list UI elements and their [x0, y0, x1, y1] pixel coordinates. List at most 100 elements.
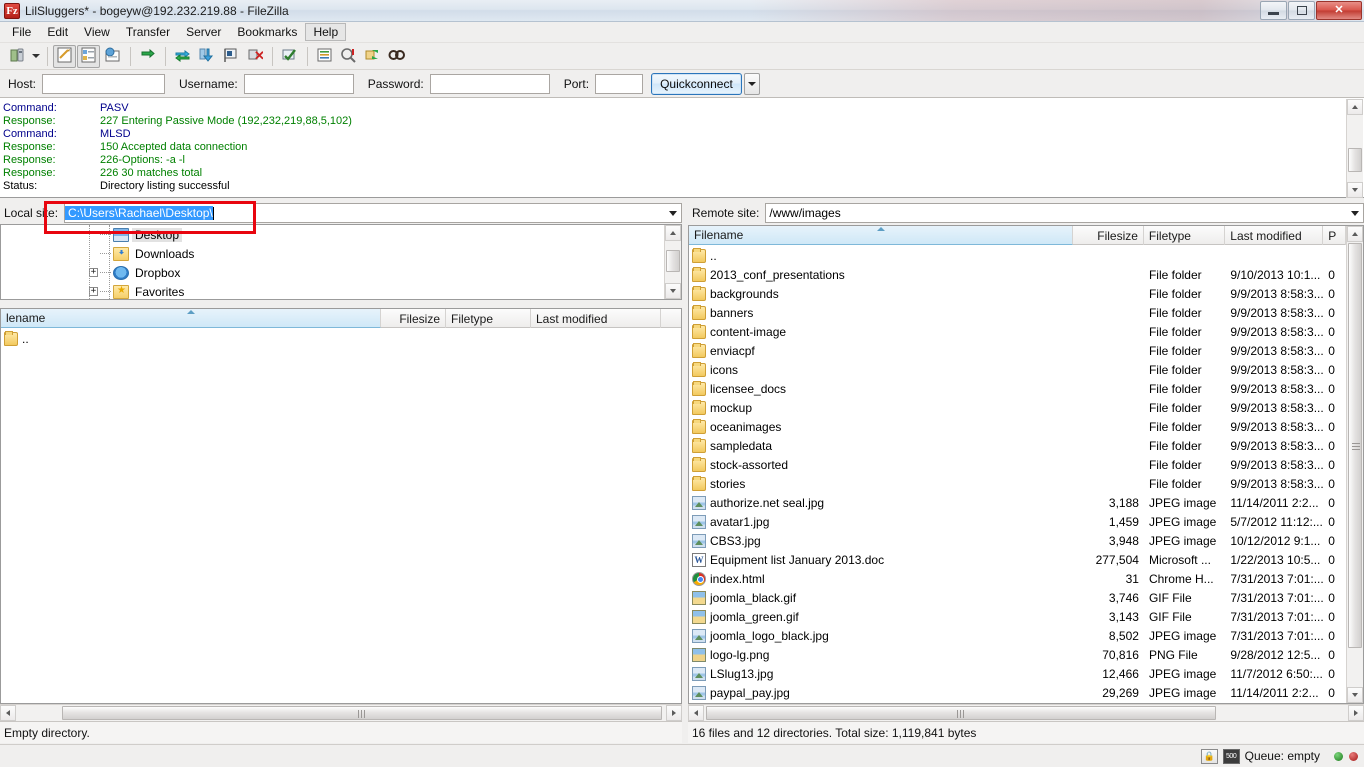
- username-input[interactable]: [243, 73, 354, 94]
- scrollbar-thumb[interactable]: [666, 250, 680, 272]
- tree-item-downloads[interactable]: Downloads: [1, 244, 664, 263]
- filter-button[interactable]: [313, 45, 336, 68]
- expand-icon[interactable]: +: [89, 287, 98, 296]
- expand-icon[interactable]: +: [89, 268, 98, 277]
- toggle-message-log-button[interactable]: [53, 44, 76, 68]
- local-site-path[interactable]: C:\Users\Rachael\Desktop\: [65, 206, 213, 220]
- scroll-right-button[interactable]: [1348, 705, 1364, 721]
- file-row[interactable]: banners File folder 9/9/2013 8:58:3... 0: [689, 303, 1346, 322]
- password-input[interactable]: [429, 73, 550, 94]
- toggle-remote-tree-button[interactable]: [101, 45, 124, 68]
- menu-item-file[interactable]: File: [4, 23, 39, 41]
- file-row[interactable]: joomla_logo_black.jpg 8,502 JPEG image 7/31…: [689, 626, 1346, 645]
- scroll-down-button[interactable]: [665, 283, 681, 299]
- file-row[interactable]: avatar1.jpg 1,459 JPEG image 5/7/2012 11:12…: [689, 512, 1346, 531]
- file-row[interactable]: index.html 31 Chrome H... 7/31/2013 7:01:..…: [689, 569, 1346, 588]
- host-input[interactable]: [42, 73, 166, 94]
- close-button[interactable]: ✕: [1316, 1, 1362, 20]
- menu-item-help[interactable]: Help: [305, 23, 347, 41]
- file-row[interactable]: backgrounds File folder 9/9/2013 8:58:3...…: [689, 284, 1346, 303]
- tree-item-desktop[interactable]: Desktop: [1, 225, 664, 244]
- column-header-filetype[interactable]: Filetype: [1144, 226, 1226, 245]
- toggle-transfer-queue-button[interactable]: [136, 45, 159, 68]
- toggle-local-tree-button[interactable]: [77, 44, 100, 68]
- column-header-p[interactable]: P: [1323, 226, 1346, 245]
- file-row[interactable]: stories File folder 9/9/2013 8:58:3... 0: [689, 474, 1346, 493]
- file-row[interactable]: stock-assorted File folder 9/9/2013 8:58:3…: [689, 455, 1346, 474]
- local-tree-scrollbar[interactable]: [664, 225, 681, 299]
- file-row[interactable]: paypal_pay.jpg 29,269 JPEG image 11/14/2011…: [689, 683, 1346, 702]
- remote-site-combo[interactable]: /www/images: [765, 203, 1364, 223]
- column-header-lename[interactable]: lename: [1, 309, 381, 328]
- minimize-button[interactable]: [1260, 1, 1287, 20]
- message-log-scrollbar[interactable]: [1346, 99, 1363, 198]
- site-manager-button[interactable]: [6, 45, 29, 68]
- synchronized-browsing-button[interactable]: [361, 45, 384, 68]
- column-header-filesize[interactable]: Filesize: [1073, 226, 1144, 245]
- column-header-last-modified[interactable]: Last modified: [1225, 226, 1324, 245]
- local-file-list-hscrollbar[interactable]: [0, 704, 682, 721]
- column-header-last-modified[interactable]: Last modified: [531, 309, 661, 328]
- scroll-down-button[interactable]: [1347, 687, 1363, 703]
- file-row[interactable]: sampledata File folder 9/9/2013 8:58:3... 0: [689, 436, 1346, 455]
- scrollbar-thumb[interactable]: [1348, 148, 1362, 172]
- tree-item-favorites[interactable]: + Favorites: [1, 282, 664, 299]
- file-row[interactable]: joomla_black.gif 3,746 GIF File 7/31/2013 7…: [689, 588, 1346, 607]
- quickconnect-button[interactable]: Quickconnect: [651, 72, 742, 95]
- local-site-combo[interactable]: C:\Users\Rachael\Desktop\: [64, 203, 682, 223]
- file-row[interactable]: LSlug13.jpg 12,466 JPEG image 11/7/2012 6:5…: [689, 664, 1346, 683]
- cancel-operation-button[interactable]: [219, 45, 242, 68]
- remote-site-path[interactable]: /www/images: [766, 206, 840, 220]
- scrollbar-thumb[interactable]: [1348, 243, 1362, 648]
- quickconnect-history-dropdown[interactable]: [743, 72, 760, 95]
- file-row[interactable]: Equipment list January 2013.doc 277,504 Mi…: [689, 550, 1346, 569]
- disconnect-button[interactable]: ✕: [243, 45, 266, 68]
- menu-item-edit[interactable]: Edit: [39, 23, 76, 41]
- file-row[interactable]: enviacpf File folder 9/9/2013 8:58:3... 0: [689, 341, 1346, 360]
- column-header-filesize[interactable]: Filesize: [381, 309, 446, 328]
- menu-item-view[interactable]: View: [76, 23, 118, 41]
- file-row[interactable]: joomla_green.gif 3,143 GIF File 7/31/2013 7…: [689, 607, 1346, 626]
- process-queue-button[interactable]: [195, 45, 218, 68]
- file-row[interactable]: ..: [689, 246, 1346, 265]
- menu-item-bookmarks[interactable]: Bookmarks: [229, 23, 305, 41]
- local-file-list-rows[interactable]: ..: [1, 329, 681, 348]
- maximize-button[interactable]: [1288, 1, 1315, 20]
- file-row[interactable]: licensee_docs File folder 9/9/2013 8:58:3.…: [689, 379, 1346, 398]
- file-row[interactable]: oceanimages File folder 9/9/2013 8:58:3...…: [689, 417, 1346, 436]
- file-row[interactable]: icons File folder 9/9/2013 8:58:3... 0: [689, 360, 1346, 379]
- scrollbar-thumb[interactable]: [62, 706, 662, 720]
- file-row[interactable]: CBS3.jpg 3,948 JPEG image 10/12/2012 9:1...…: [689, 531, 1346, 550]
- file-row[interactable]: authorize.net seal.jpg 3,188 JPEG image 11/…: [689, 493, 1346, 512]
- scroll-right-button[interactable]: [666, 705, 682, 721]
- column-header-filename[interactable]: Filename: [689, 226, 1074, 245]
- menu-item-transfer[interactable]: Transfer: [118, 23, 178, 41]
- refresh-button[interactable]: [171, 45, 194, 68]
- port-input[interactable]: [595, 73, 644, 94]
- scroll-left-button[interactable]: [0, 705, 16, 721]
- scrollbar-thumb[interactable]: [706, 706, 1216, 720]
- remote-file-list-scrollbar[interactable]: [1346, 226, 1363, 703]
- scroll-left-button[interactable]: [688, 705, 704, 721]
- local-directory-tree[interactable]: Desktop Downloads + Dropbox + Favorites: [1, 225, 664, 299]
- directory-comparison-button[interactable]: [337, 45, 360, 68]
- menu-item-server[interactable]: Server: [178, 23, 229, 41]
- find-files-button[interactable]: [385, 45, 408, 68]
- file-row[interactable]: content-image File folder 9/9/2013 8:58:3.…: [689, 322, 1346, 341]
- file-row[interactable]: logo-lg.png 70,816 PNG File 9/28/2012 12:5.…: [689, 645, 1346, 664]
- remote-file-list-hscrollbar[interactable]: [688, 704, 1364, 721]
- scroll-up-button[interactable]: [1347, 99, 1363, 115]
- file-row[interactable]: ..: [1, 329, 681, 348]
- scroll-up-button[interactable]: [665, 225, 681, 241]
- reconnect-button[interactable]: [278, 45, 301, 68]
- column-header-filetype[interactable]: Filetype: [446, 309, 531, 328]
- site-manager-dropdown-button[interactable]: [30, 45, 42, 68]
- remote-file-list-rows[interactable]: .. 2013_conf_presentations File folder 9/10…: [689, 246, 1346, 702]
- local-site-dropdown[interactable]: [669, 204, 677, 222]
- scroll-down-button[interactable]: [1347, 182, 1363, 198]
- file-row[interactable]: mockup File folder 9/9/2013 8:58:3... 0: [689, 398, 1346, 417]
- file-row[interactable]: 2013_conf_presentations File folder 9/10/2…: [689, 265, 1346, 284]
- remote-site-dropdown[interactable]: [1351, 204, 1359, 222]
- tree-item-dropbox[interactable]: + Dropbox: [1, 263, 664, 282]
- scroll-up-button[interactable]: [1347, 226, 1363, 242]
